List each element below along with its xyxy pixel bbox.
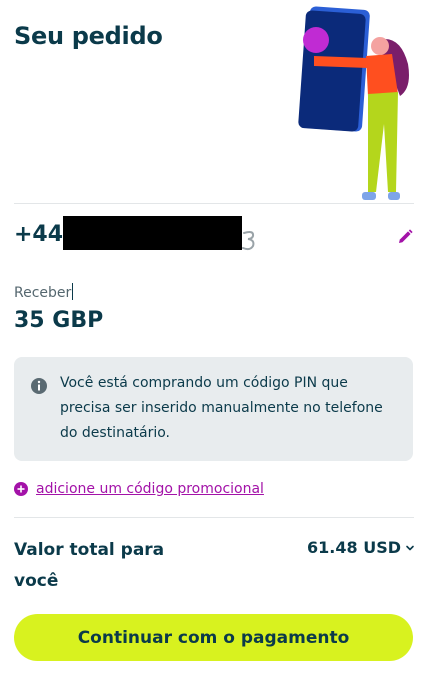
recipient-phone-row: +44 <box>14 216 414 252</box>
promo-code-label: adicione um código promocional <box>36 481 264 497</box>
plus-circle-icon <box>14 482 28 496</box>
person-holding-phone-illustration <box>298 6 409 200</box>
receive-label: Receber <box>14 283 74 301</box>
total-label: Valor total para você <box>14 540 165 591</box>
info-text: Você está comprando um código PIN que pr… <box>60 375 383 441</box>
total-value: 61.48 USD <box>307 538 401 557</box>
three-logo-icon <box>242 231 255 251</box>
page-title: Seu pedido <box>14 22 163 50</box>
add-promo-code-link[interactable]: adicione um código promocional <box>14 478 264 500</box>
pencil-icon[interactable] <box>396 228 414 246</box>
chevron-down-icon <box>406 545 414 550</box>
divider-bottom <box>14 517 414 518</box>
divider-top <box>14 203 414 204</box>
total-value-toggle[interactable]: 61.48 USD <box>307 538 415 557</box>
pin-info-box: Você está comprando um código PIN que pr… <box>14 357 413 461</box>
info-icon <box>31 378 47 394</box>
receive-amount: 35 GBP <box>14 308 104 333</box>
country-code: +44 <box>14 222 64 247</box>
continue-to-payment-button[interactable]: Continuar com o pagamento <box>14 614 413 661</box>
redacted-phone-number <box>63 216 242 250</box>
